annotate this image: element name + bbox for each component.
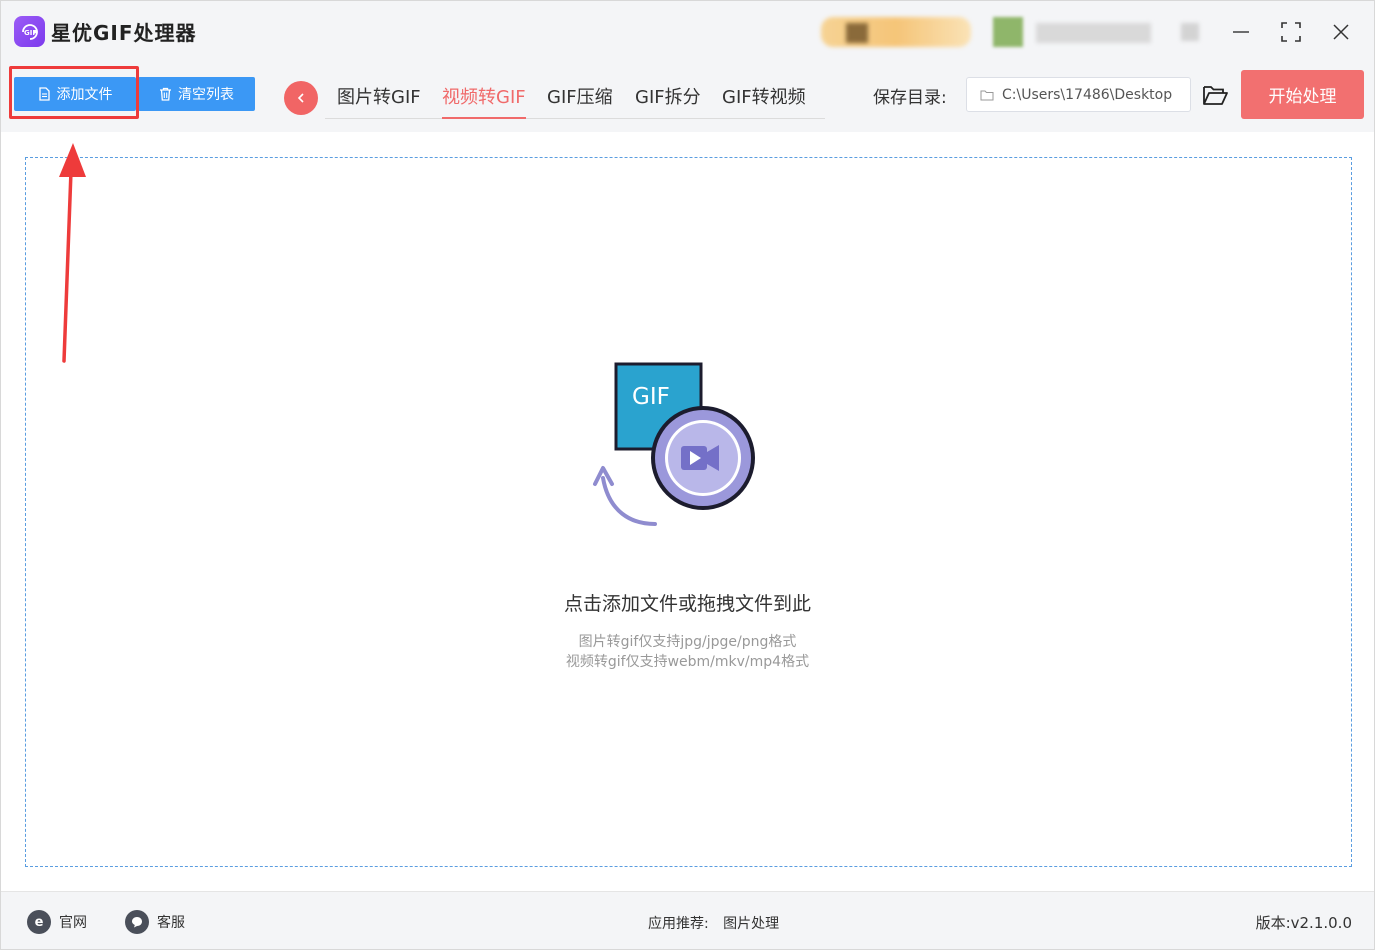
tab-image-to-gif[interactable]: 图片转GIF [337,83,421,119]
annotation-highlight-box [9,66,139,119]
folder-open-icon [1203,86,1228,105]
minimize-icon [1233,31,1249,33]
blurred-user-info [821,11,1201,51]
save-dir-value: C:\Users\17486\Desktop [1002,86,1173,103]
footer: e 官网 客服 应用推荐: 图片处理 版本:v2.1.0.0 [1,891,1374,949]
fullscreen-icon [1281,22,1301,42]
support-label: 客服 [157,915,185,931]
dropzone-hint-image: 图片转gif仅支持jpg/jpge/png格式 [578,634,797,650]
tab-gif-split[interactable]: GIF拆分 [635,83,701,119]
maximize-button[interactable] [1274,15,1308,49]
website-label: 官网 [59,915,87,931]
clear-list-button[interactable]: 清空列表 [138,77,255,111]
support-link[interactable]: 客服 [125,910,185,934]
tab-video-to-gif[interactable]: 视频转GIF [442,83,526,119]
trash-icon [160,87,171,101]
version-text: 版本:v2.1.0.0 [1255,914,1352,932]
chat-bubble-icon [125,910,149,934]
app-recommend: 应用推荐: 图片处理 [648,913,779,933]
close-button[interactable] [1324,15,1358,49]
chevron-left-icon [297,93,304,103]
close-icon [1333,24,1349,40]
folder-small-icon [980,90,994,100]
minimize-button[interactable] [1224,15,1258,49]
recommend-label: 应用推荐: [648,916,709,932]
gif-video-illustration-icon: GIF [593,362,755,526]
dropzone-hint-video: 视频转gif仅支持webm/mkv/mp4格式 [565,654,810,670]
save-dir-field[interactable]: C:\Users\17486\Desktop [966,77,1191,112]
recommend-link-image-processing[interactable]: 图片处理 [723,916,779,932]
website-link[interactable]: e 官网 [27,910,87,934]
app-title: 星优GIF处理器 [51,21,197,45]
start-process-button[interactable]: 开始处理 [1241,70,1364,119]
browser-e-icon: e [27,910,51,934]
tab-gif-to-video[interactable]: GIF转视频 [722,83,806,119]
dropzone-main-text: 点击添加文件或拖拽文件到此 [563,593,811,615]
illustration-gif-text: GIF [632,384,670,410]
app-logo-icon: GIF [14,16,45,47]
browse-folder-button[interactable] [1201,81,1229,109]
clear-list-label: 清空列表 [178,87,234,103]
annotation-arrow-icon [59,143,86,363]
tab-gif-compress[interactable]: GIF压缩 [547,83,613,119]
save-dir-label: 保存目录: [873,88,947,108]
main-panel: GIF 点击添加文件或拖拽文件到此 图片转gif仅支持jpg/jpge/png格… [1,132,1374,891]
title-bar: GIF 星优GIF处理器 [1,1,1374,61]
mode-tabs: 图片转GIF 视频转GIF GIF压缩 GIF拆分 GIF转视频 [325,75,825,119]
tabs-back-button[interactable] [284,81,318,115]
app-window: GIF 星优GIF处理器 添加文件 清空列表 图片转GIF 视频转GIF GIF… [0,0,1375,950]
